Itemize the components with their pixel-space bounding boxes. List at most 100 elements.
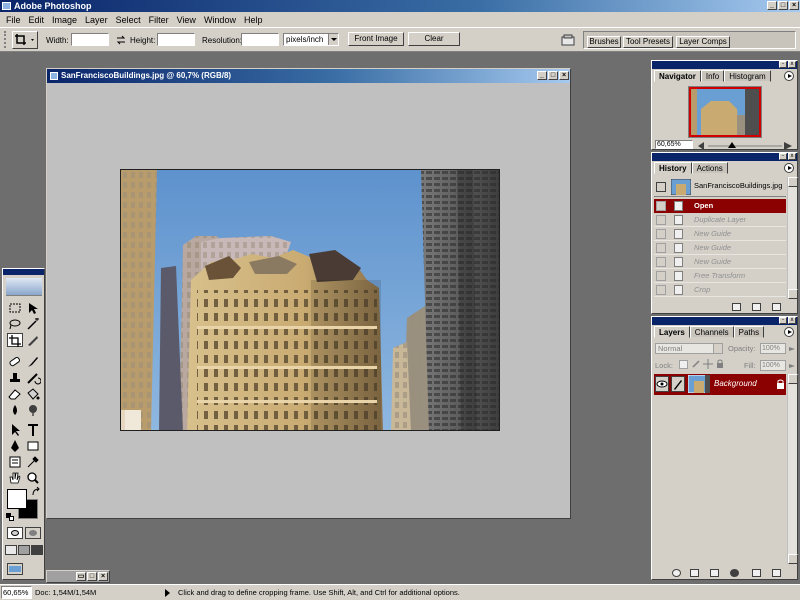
minimize-button[interactable]: _ [767, 1, 777, 10]
close-button[interactable]: × [789, 1, 799, 10]
layer-set-icon[interactable] [710, 569, 719, 577]
width-field[interactable] [71, 33, 109, 46]
foreground-color-swatch-top[interactable] [7, 489, 27, 509]
menu-edit[interactable]: Edit [25, 15, 49, 25]
resolution-units-select[interactable]: pixels/inch [283, 33, 339, 46]
well-tab-brushes[interactable]: Brushes [587, 36, 621, 48]
tab-history[interactable]: History [654, 162, 692, 174]
tab-channels[interactable]: Channels [689, 326, 734, 338]
doc-maximize-button[interactable]: □ [548, 71, 558, 80]
palette-minimize-button[interactable]: - [779, 317, 787, 324]
status-zoom-field[interactable]: 60,65% [1, 586, 32, 599]
tab-navigator[interactable]: Navigator [654, 70, 701, 82]
menu-layer[interactable]: Layer [81, 15, 112, 25]
navigator-thumbnail[interactable] [688, 86, 762, 138]
tab-info[interactable]: Info [700, 70, 725, 82]
navigator-palette-titlebar[interactable]: - x [652, 61, 797, 69]
opacity-field[interactable]: 100% [760, 343, 786, 354]
scroll-up-button[interactable] [788, 374, 798, 384]
scroll-down-button[interactable] [788, 554, 798, 564]
menu-view[interactable]: View [173, 15, 200, 25]
blend-mode-select[interactable]: Normal [655, 343, 723, 354]
height-field[interactable] [157, 33, 195, 46]
navigator-zoom-field[interactable]: 60,65% [655, 140, 693, 149]
palette-minimize-button[interactable]: - [779, 61, 787, 68]
snapshot-brush-icon[interactable] [656, 182, 666, 192]
quick-mask-button[interactable] [25, 527, 41, 539]
history-source-box[interactable] [656, 285, 666, 295]
menu-filter[interactable]: Filter [145, 15, 173, 25]
standard-mode-button[interactable] [7, 527, 23, 539]
zoom-tool[interactable] [25, 471, 41, 485]
healing-brush-tool[interactable] [7, 355, 23, 369]
menu-select[interactable]: Select [112, 15, 145, 25]
layer-row-background[interactable]: Background [654, 374, 786, 395]
new-snapshot-icon[interactable] [752, 303, 761, 311]
toolbox-titlebar[interactable] [3, 269, 44, 275]
shape-tool[interactable] [25, 439, 41, 453]
blur-tool[interactable] [7, 403, 23, 417]
minimized-document[interactable]: ▭ □ × [46, 570, 110, 583]
well-tab-tool-presets[interactable]: Tool Presets [623, 36, 673, 48]
trash-icon[interactable] [772, 569, 781, 577]
screen-mode-full-menu[interactable] [18, 545, 30, 555]
history-scrollbar[interactable] [787, 177, 798, 299]
document-image[interactable] [120, 169, 500, 431]
screen-mode-full[interactable] [31, 545, 43, 555]
layer-link-toggle[interactable] [671, 376, 685, 392]
history-source-box[interactable] [656, 215, 666, 225]
trash-icon[interactable] [772, 303, 781, 311]
type-tool[interactable] [25, 423, 41, 437]
canvas-area[interactable] [48, 83, 569, 518]
history-item-crop[interactable]: Crop [654, 283, 786, 297]
layers-menu-arrow-icon[interactable] [784, 327, 794, 337]
lock-icon[interactable] [715, 359, 725, 369]
clone-stamp-tool[interactable] [7, 371, 23, 385]
palette-minimize-button[interactable]: - [779, 153, 787, 160]
menu-image[interactable]: Image [48, 15, 81, 25]
lasso-tool[interactable] [7, 317, 23, 331]
crop-tool[interactable] [7, 333, 23, 347]
palette-close-button[interactable]: x [788, 153, 796, 160]
eyedropper-tool[interactable] [25, 455, 41, 469]
resolution-field[interactable] [241, 33, 279, 46]
document-titlebar[interactable]: SanFranciscoBuildings.jpg @ 60,7% (RGB/8… [47, 69, 570, 83]
history-source-box[interactable] [656, 271, 666, 281]
adobe-feather-icon[interactable] [6, 278, 42, 296]
mini-restore-button[interactable]: ▭ [76, 572, 86, 581]
layer-visibility-toggle[interactable] [655, 376, 669, 392]
hand-tool[interactable] [7, 471, 23, 485]
lock-pixels-icon[interactable] [691, 359, 701, 369]
menu-window[interactable]: Window [200, 15, 240, 25]
history-item-new-guide-2[interactable]: New Guide [654, 241, 786, 255]
paint-bucket-tool[interactable] [25, 387, 41, 401]
lock-transparency-icon[interactable] [679, 360, 688, 369]
tool-preset-picker[interactable] [12, 31, 38, 49]
fill-arrow-icon[interactable] [788, 362, 796, 370]
path-selection-tool[interactable] [7, 423, 23, 437]
menu-file[interactable]: File [2, 15, 25, 25]
default-colors-icon[interactable] [6, 513, 14, 521]
options-grip[interactable] [4, 31, 12, 48]
palette-close-button[interactable]: x [788, 61, 796, 68]
history-item-free-transform[interactable]: Free Transform [654, 269, 786, 283]
tab-histogram[interactable]: Histogram [724, 70, 771, 82]
history-item-new-guide-1[interactable]: New Guide [654, 227, 786, 241]
status-menu-arrow-icon[interactable] [165, 589, 170, 597]
fill-field[interactable]: 100% [760, 360, 786, 371]
lock-position-icon[interactable] [703, 359, 713, 369]
screen-mode-standard[interactable] [5, 545, 17, 555]
history-item-new-guide-3[interactable]: New Guide [654, 255, 786, 269]
palette-close-button[interactable]: x [788, 317, 796, 324]
opacity-arrow-icon[interactable] [788, 345, 796, 353]
jump-to-imageready-button[interactable] [7, 563, 23, 575]
new-layer-icon[interactable] [752, 569, 761, 577]
history-brush-tool[interactable] [25, 371, 41, 385]
front-image-button[interactable]: Front Image [348, 32, 404, 46]
history-item-open[interactable]: Open [654, 199, 786, 213]
dodge-tool[interactable] [25, 403, 41, 417]
history-source-box[interactable] [656, 201, 666, 211]
history-menu-arrow-icon[interactable] [784, 163, 794, 173]
eraser-tool[interactable] [7, 387, 23, 401]
mini-close-button[interactable]: × [98, 572, 108, 581]
